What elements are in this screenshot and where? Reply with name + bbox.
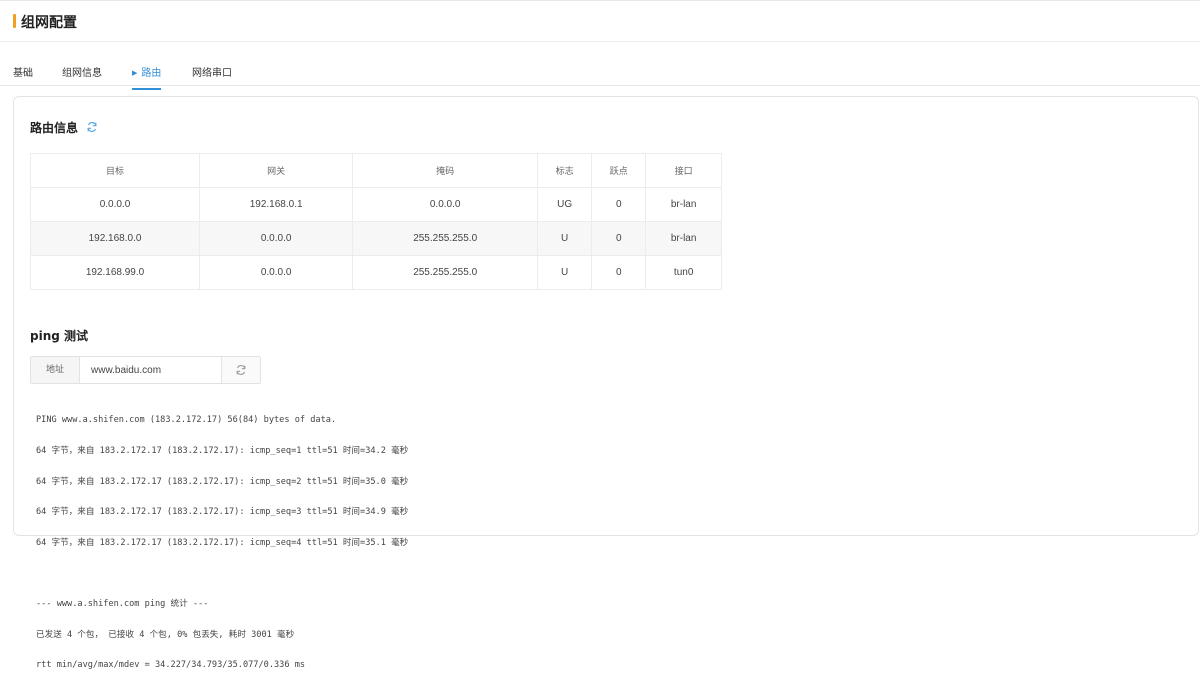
column-header: 目标 (29, 153, 201, 188)
table-cell: br-lan (645, 221, 722, 256)
column-header: 网关 (199, 153, 354, 188)
route-section-title: 路由信息 (30, 121, 79, 135)
ping-run-button[interactable] (221, 357, 260, 383)
output-line: 64 字节，来自 183.2.172.17 (183.2.172.17): ic… (36, 507, 409, 518)
table-header-row: 目标 网关 掩码 标志 跃点 接口 (29, 153, 722, 188)
ping-section-title: ping 测试 (30, 329, 89, 343)
ping-address-input[interactable] (81, 357, 221, 383)
page-title: 组网配置 (21, 15, 77, 31)
output-line: 64 字节，来自 183.2.172.17 (183.2.172.17): ic… (36, 446, 409, 457)
table-cell: 0.0.0.0 (199, 221, 354, 256)
table-cell: 0.0.0.0 (29, 187, 201, 222)
route-panel: 路由信息 目标 网关 掩码 标志 跃点 接口 0.0.0.0 192.168.0… (13, 96, 1199, 670)
table-cell: 0 (591, 255, 647, 290)
table-cell: tun0 (645, 255, 722, 290)
tab-network-info[interactable]: 组网信息 (62, 64, 102, 88)
route-table: 目标 网关 掩码 标志 跃点 接口 0.0.0.0 192.168.0.1 0.… (29, 153, 722, 290)
column-header: 跃点 (591, 153, 647, 188)
output-line: 64 字节，来自 183.2.172.17 (183.2.172.17): ic… (36, 476, 409, 487)
table-cell: 0.0.0.0 (199, 255, 354, 290)
tab-label: 基础 (13, 68, 33, 79)
caret-right-icon: ▶ (132, 69, 138, 77)
column-header: 掩码 (352, 153, 539, 188)
refresh-icon (236, 365, 246, 375)
table-row: 192.168.99.0 0.0.0.0 255.255.255.0 U 0 t… (29, 255, 722, 290)
column-header: 接口 (645, 153, 722, 188)
tab-label: 路由 (141, 68, 162, 79)
table-cell: 0.0.0.0 (352, 187, 539, 222)
output-line: --- www.a.shifen.com ping 统计 --- (36, 599, 209, 610)
tab-label: 网络串口 (192, 68, 232, 79)
table-cell: 255.255.255.0 (352, 221, 539, 256)
output-line: 64 字节，来自 183.2.172.17 (183.2.172.17): ic… (36, 537, 409, 548)
table-cell: 255.255.255.0 (352, 255, 539, 290)
column-header: 标志 (537, 153, 593, 188)
tab-basic[interactable]: 基础 (13, 64, 33, 88)
tab-serial-port[interactable]: 网络串口 (192, 64, 232, 88)
table-cell: br-lan (645, 187, 722, 222)
table-cell: U (537, 255, 593, 290)
table-row: 192.168.0.0 0.0.0.0 255.255.255.0 U 0 br… (29, 221, 722, 256)
table-cell: U (537, 221, 593, 256)
table-row: 0.0.0.0 192.168.0.1 0.0.0.0 UG 0 br-lan (29, 187, 722, 222)
table-cell: 192.168.0.0 (29, 221, 201, 256)
output-line: 已发送 4 个包， 已接收 4 个包, 0% 包丢失, 耗时 3001 毫秒 (36, 629, 295, 640)
refresh-icon[interactable] (86, 121, 98, 133)
table-cell: 0 (591, 187, 647, 222)
table-cell: UG (537, 187, 593, 222)
address-label: 地址 (31, 357, 80, 383)
ping-output: PING www.a.shifen.com (183.2.172.17) 56(… (36, 395, 736, 691)
tab-route[interactable]: ▶ 路由 (132, 64, 162, 90)
table-cell: 192.168.99.0 (29, 255, 201, 290)
title-accent-bar (13, 14, 16, 28)
output-line: rtt min/avg/max/mdev = 34.227/34.793/35.… (36, 660, 306, 671)
tab-bar: 基础 组网信息 ▶ 路由 网络串口 (0, 42, 1200, 90)
top-header: 组网配置 (0, 0, 1200, 42)
table-cell: 0 (591, 221, 647, 256)
tab-label: 组网信息 (62, 68, 102, 79)
ping-address-group: 地址 (30, 356, 261, 384)
output-line: PING www.a.shifen.com (183.2.172.17) 56(… (36, 415, 337, 426)
table-cell: 192.168.0.1 (199, 187, 354, 222)
